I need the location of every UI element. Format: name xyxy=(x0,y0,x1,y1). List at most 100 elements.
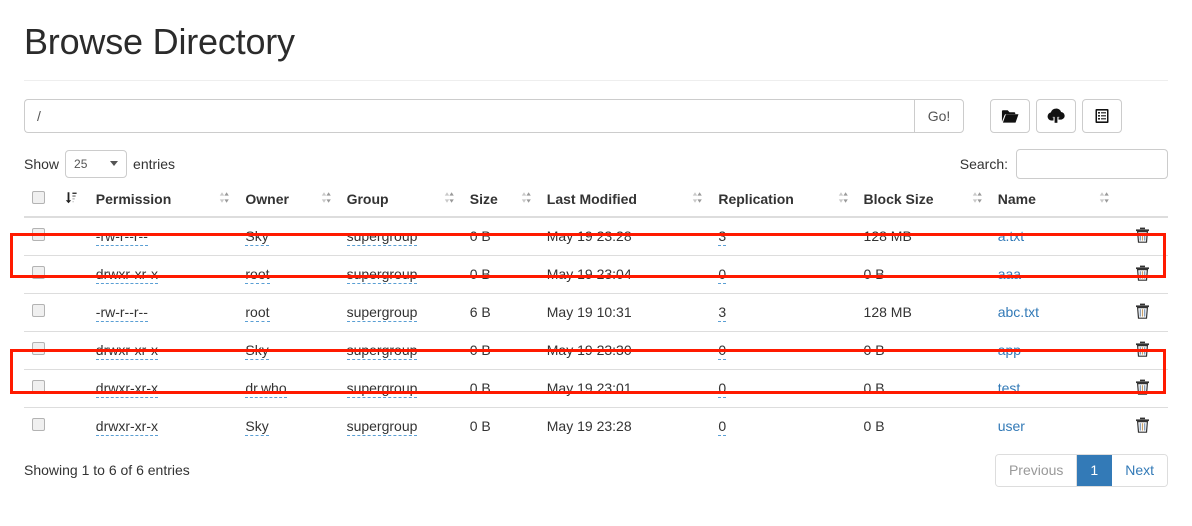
page-title: Browse Directory xyxy=(24,21,295,62)
row-checkbox[interactable] xyxy=(32,380,45,394)
cell-size: 0 B xyxy=(461,254,539,294)
file-name-link[interactable]: user xyxy=(998,418,1025,434)
clipboard-list-icon xyxy=(1094,108,1110,124)
header-replication[interactable]: Replication xyxy=(710,186,856,218)
upload-files-button[interactable] xyxy=(1036,98,1076,133)
pagination-next[interactable]: Next xyxy=(1112,454,1167,487)
header-permission[interactable]: Permission xyxy=(87,186,238,218)
row-select-cell[interactable] xyxy=(24,254,57,294)
header-block-size[interactable]: Block Size xyxy=(855,186,990,218)
file-name-link[interactable]: aaa xyxy=(998,266,1021,282)
cell-last-modified: May 19 23:01 xyxy=(538,368,711,408)
group-value[interactable]: supergroup xyxy=(346,228,418,247)
sort-both-icon xyxy=(972,191,982,207)
cell-owner: root xyxy=(237,292,339,332)
chevron-down-icon xyxy=(110,161,119,167)
trash-icon[interactable] xyxy=(1135,417,1150,436)
page-length-control: Show 25 entries xyxy=(24,149,175,178)
file-name-link[interactable]: abc.txt xyxy=(998,304,1039,320)
permission-value[interactable]: drwxr-xr-x xyxy=(95,342,158,361)
file-name-link[interactable]: a.txt xyxy=(998,228,1024,244)
cut-paste-button[interactable] xyxy=(1082,98,1122,133)
page-length-select[interactable]: 25 xyxy=(65,149,128,178)
trash-icon[interactable] xyxy=(1135,265,1150,284)
directory-path-input[interactable] xyxy=(24,98,914,133)
cell-actions xyxy=(1117,406,1168,445)
row-order-header[interactable] xyxy=(56,186,88,218)
group-value[interactable]: supergroup xyxy=(346,266,418,285)
owner-value[interactable]: root xyxy=(245,266,270,285)
trash-icon[interactable] xyxy=(1135,303,1150,322)
group-value[interactable]: supergroup xyxy=(346,304,418,323)
select-all-checkbox-header[interactable] xyxy=(24,186,57,218)
cell-permission: drwxr-xr-x xyxy=(87,330,238,370)
replication-value[interactable]: 3 xyxy=(718,304,727,323)
cell-group: supergroup xyxy=(338,292,462,332)
owner-value[interactable]: Sky xyxy=(245,228,269,247)
cell-permission: drwxr-xr-x xyxy=(87,406,238,445)
new-directory-button[interactable] xyxy=(990,98,1030,133)
header-size[interactable]: Size xyxy=(461,186,539,218)
header-last-modified-label: Last Modified xyxy=(546,190,637,207)
trash-icon[interactable] xyxy=(1135,379,1150,398)
sort-both-icon xyxy=(838,191,848,207)
file-name-link[interactable]: app xyxy=(998,342,1021,358)
row-checkbox[interactable] xyxy=(32,418,45,432)
owner-value[interactable]: root xyxy=(245,304,270,323)
replication-value[interactable]: 0 xyxy=(718,380,727,399)
row-checkbox[interactable] xyxy=(32,266,45,280)
header-last-modified[interactable]: Last Modified xyxy=(538,186,711,218)
group-value[interactable]: supergroup xyxy=(346,418,418,437)
cell-owner: root xyxy=(237,254,339,294)
cell-size: 0 B xyxy=(461,406,539,445)
replication-value[interactable]: 3 xyxy=(718,228,727,247)
cell-last-modified: May 19 23:28 xyxy=(546,228,632,245)
replication-value[interactable]: 0 xyxy=(718,266,727,285)
group-value[interactable]: supergroup xyxy=(346,342,418,361)
permission-value[interactable]: drwxr-xr-x xyxy=(95,418,158,437)
header-permission-label: Permission xyxy=(95,190,172,207)
header-group-label: Group xyxy=(346,190,389,207)
show-label: Show xyxy=(24,155,60,172)
header-group[interactable]: Group xyxy=(338,186,462,218)
row-select-cell[interactable] xyxy=(24,330,57,370)
select-all-checkbox[interactable] xyxy=(32,190,45,204)
row-checkbox[interactable] xyxy=(32,304,45,318)
header-replication-label: Replication xyxy=(718,190,794,207)
row-order-cell xyxy=(56,368,88,408)
permission-value[interactable]: -rw-r--r-- xyxy=(95,304,148,323)
owner-value[interactable]: dr.who xyxy=(245,380,287,399)
header-name[interactable]: Name xyxy=(989,186,1118,218)
search-input[interactable] xyxy=(1016,148,1168,179)
row-select-cell[interactable] xyxy=(24,368,57,408)
replication-value[interactable]: 0 xyxy=(718,342,727,361)
owner-value[interactable]: Sky xyxy=(245,342,269,361)
row-select-cell[interactable] xyxy=(24,406,57,445)
owner-value[interactable]: Sky xyxy=(245,418,269,437)
sort-both-icon xyxy=(692,191,703,207)
sort-desc-active-icon xyxy=(65,191,77,207)
go-button[interactable]: Go! xyxy=(914,98,964,133)
pagination-previous[interactable]: Previous xyxy=(995,454,1078,487)
directory-table: Permission Owner Group Size Last Modifie… xyxy=(24,186,1168,445)
replication-value[interactable]: 0 xyxy=(718,418,727,437)
row-select-cell[interactable] xyxy=(24,292,57,332)
permission-value[interactable]: drwxr-xr-x xyxy=(95,266,158,285)
permission-value[interactable]: drwxr-xr-x xyxy=(95,380,158,399)
permission-value[interactable]: -rw-r--r-- xyxy=(95,228,148,247)
pagination-page-1[interactable]: 1 xyxy=(1077,454,1113,487)
cell-replication: 3 xyxy=(710,292,856,332)
row-checkbox[interactable] xyxy=(32,228,45,242)
group-value[interactable]: supergroup xyxy=(346,380,418,399)
trash-icon[interactable] xyxy=(1135,227,1150,246)
cell-block-size: 0 B xyxy=(855,368,990,408)
row-checkbox[interactable] xyxy=(32,342,45,356)
cell-block-size: 0 B xyxy=(855,330,990,370)
row-select-cell[interactable] xyxy=(24,217,57,256)
cell-owner: dr.who xyxy=(237,368,339,408)
cell-replication: 0 xyxy=(710,254,856,294)
trash-icon[interactable] xyxy=(1135,341,1150,360)
table-row: drwxr-xr-x Sky supergroup 0 B May 19 23:30 0 0… xyxy=(24,330,1168,370)
header-owner[interactable]: Owner xyxy=(237,186,339,218)
file-name-link[interactable]: test xyxy=(998,380,1021,396)
